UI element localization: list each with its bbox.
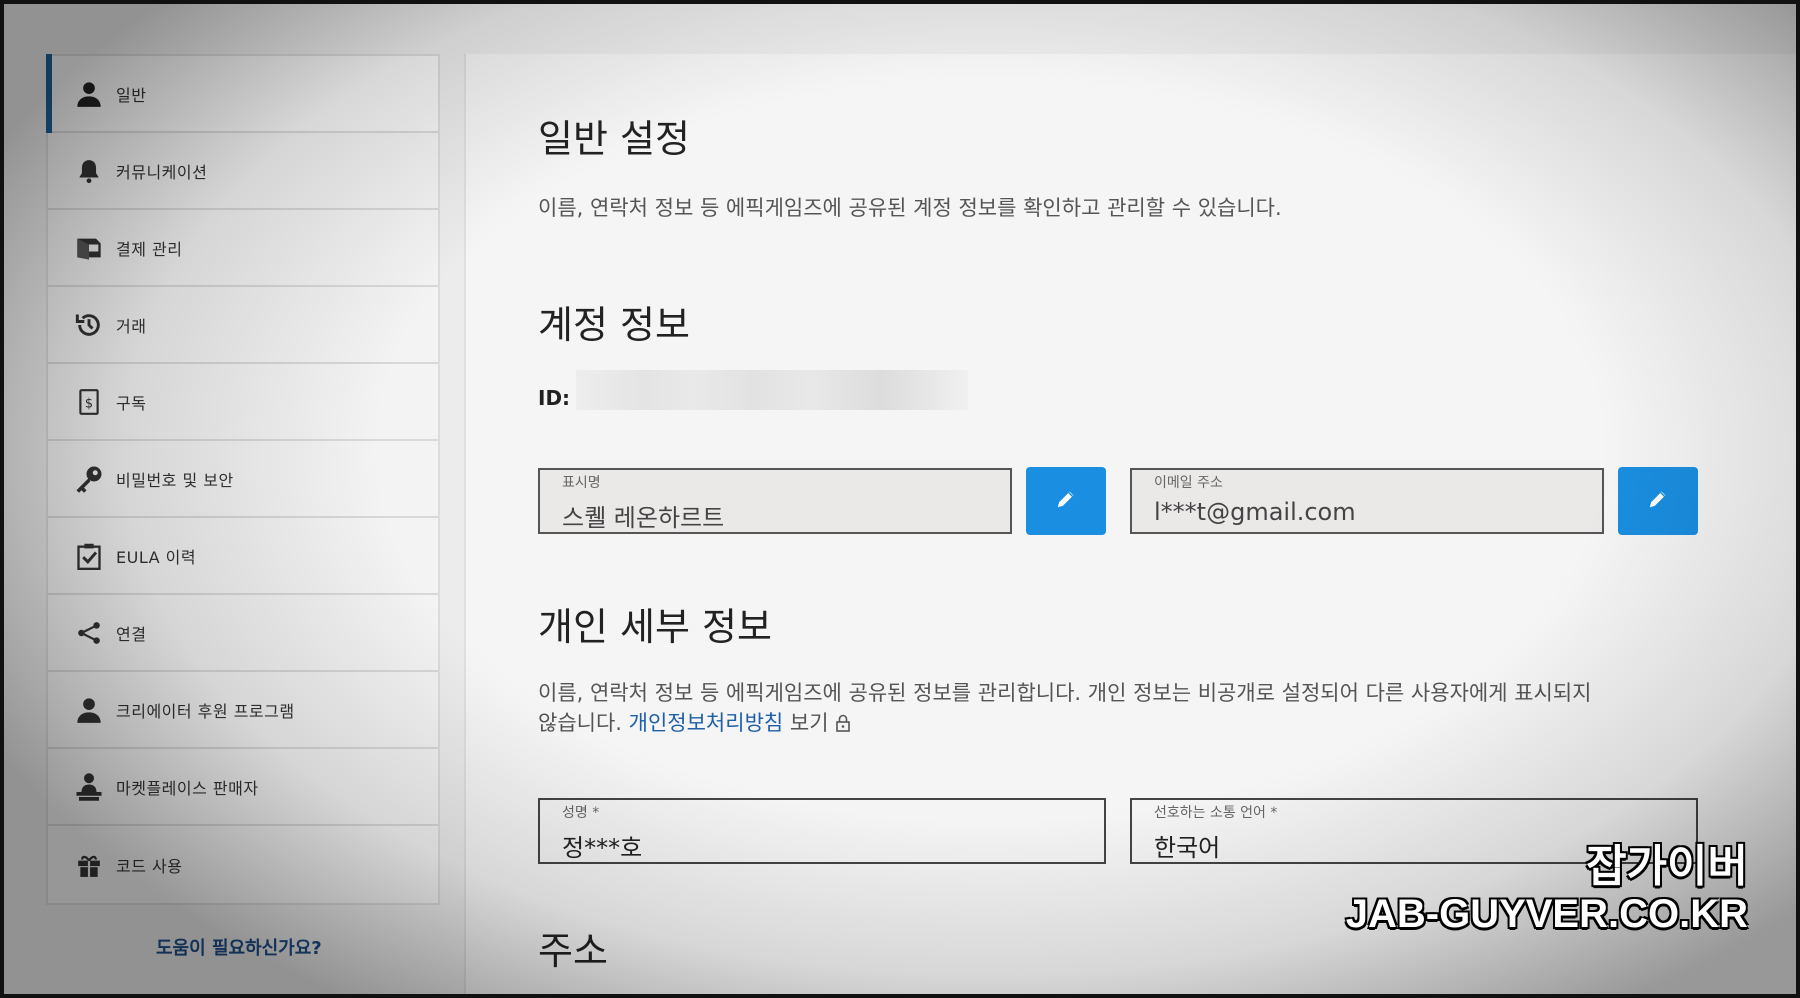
page-description: 이름, 연락처 정보 등 에픽게임즈에 공유된 계정 정보를 확인하고 관리할 … — [538, 196, 1282, 220]
clipboard-check-icon — [74, 541, 104, 571]
display-name-field[interactable]: 표시명 스퀠 레온하르트 — [538, 468, 1012, 534]
personal-section-description: 이름, 연락처 정보 등 에픽게임즈에 공유된 정보를 관리합니다. 개인 정보… — [538, 678, 1678, 738]
personal-section-title: 개인 세부 정보 — [538, 605, 772, 649]
email-field[interactable]: 이메일 주소 l***t@gmail.com — [1130, 468, 1604, 534]
full-name-field[interactable]: 성명 * 정***호 — [538, 798, 1106, 864]
sidebar-item-label: 크리에이터 후원 프로그램 — [116, 701, 295, 721]
pencil-icon — [1647, 488, 1669, 514]
sidebar-item-label: 구독 — [116, 393, 147, 413]
full-name-value: 정***호 — [562, 834, 643, 862]
sidebar-item-connections[interactable]: 연결 — [48, 595, 438, 672]
account-section-title: 계정 정보 — [538, 303, 690, 347]
edit-email-button[interactable] — [1618, 467, 1698, 535]
sidebar-item-label: 비밀번호 및 보안 — [116, 470, 234, 490]
personal-desc-line1: 이름, 연락처 정보 등 에픽게임즈에 공유된 정보를 관리합니다. 개인 정보… — [538, 681, 1592, 705]
creator-icon — [74, 695, 104, 725]
privacy-policy-link[interactable]: 개인정보처리방침 — [629, 711, 784, 735]
user-icon — [74, 79, 104, 109]
full-name-label: 성명 * — [562, 805, 600, 821]
key-icon — [74, 464, 104, 494]
sidebar-item-payment[interactable]: 결제 관리 — [48, 210, 438, 287]
display-name-label: 표시명 — [562, 475, 601, 491]
app-window: 일반 커뮤니케이션 결제 관리 거래 $ 구독 비밀번호 및 보안 EULA 이… — [4, 4, 1796, 994]
privacy-suffix: 보기 — [789, 711, 829, 735]
settings-sidebar: 일반 커뮤니케이션 결제 관리 거래 $ 구독 비밀번호 및 보안 EULA 이… — [46, 54, 440, 905]
sidebar-item-subscriptions[interactable]: $ 구독 — [48, 364, 438, 441]
share-icon — [74, 618, 104, 648]
sidebar-item-transactions[interactable]: 거래 — [48, 287, 438, 364]
subscription-icon: $ — [74, 387, 104, 417]
account-id-label: ID: — [538, 386, 571, 410]
sidebar-item-creator-program[interactable]: 크리에이터 후원 프로그램 — [48, 672, 438, 749]
wallet-icon — [74, 233, 104, 263]
gift-icon — [74, 850, 104, 880]
seller-icon — [74, 772, 104, 802]
watermark-title: 잡가이버 — [1586, 841, 1748, 892]
lock-icon — [835, 711, 851, 735]
preferred-language-label: 선호하는 소통 언어 * — [1154, 805, 1278, 821]
sidebar-item-label: 연결 — [116, 624, 147, 644]
bell-icon — [74, 156, 104, 186]
sidebar-item-label: 거래 — [116, 316, 147, 336]
sidebar-item-label: 커뮤니케이션 — [116, 162, 208, 182]
page-title: 일반 설정 — [538, 117, 690, 161]
sidebar-item-redeem-code[interactable]: 코드 사용 — [48, 826, 438, 903]
sidebar-item-label: 일반 — [116, 85, 147, 105]
display-name-value: 스퀠 레온하르트 — [562, 504, 725, 532]
personal-desc-line2: 않습니다. — [538, 711, 622, 735]
edit-display-name-button[interactable] — [1026, 467, 1106, 535]
help-link[interactable]: 도움이 필요하신가요? — [156, 934, 322, 960]
account-id-redacted — [576, 370, 968, 410]
sidebar-item-general[interactable]: 일반 — [46, 54, 438, 133]
sidebar-item-communication[interactable]: 커뮤니케이션 — [48, 133, 438, 210]
email-value: l***t@gmail.com — [1154, 498, 1356, 526]
watermark-url: JAB-GUYVER.CO.KR — [1345, 892, 1748, 936]
sidebar-item-label: EULA 이력 — [116, 547, 197, 567]
sidebar-item-label: 결제 관리 — [116, 239, 183, 259]
history-icon — [74, 310, 104, 340]
pencil-icon — [1055, 488, 1077, 514]
sidebar-item-eula-history[interactable]: EULA 이력 — [48, 518, 438, 595]
sidebar-item-password-security[interactable]: 비밀번호 및 보안 — [48, 441, 438, 518]
preferred-language-value: 한국어 — [1154, 834, 1221, 862]
svg-text:$: $ — [85, 396, 93, 411]
sidebar-item-label: 마켓플레이스 판매자 — [116, 778, 259, 798]
email-label: 이메일 주소 — [1154, 475, 1223, 491]
sidebar-item-label: 코드 사용 — [116, 856, 183, 876]
sidebar-item-marketplace-seller[interactable]: 마켓플레이스 판매자 — [48, 749, 438, 826]
address-section-title: 주소 — [538, 929, 608, 973]
